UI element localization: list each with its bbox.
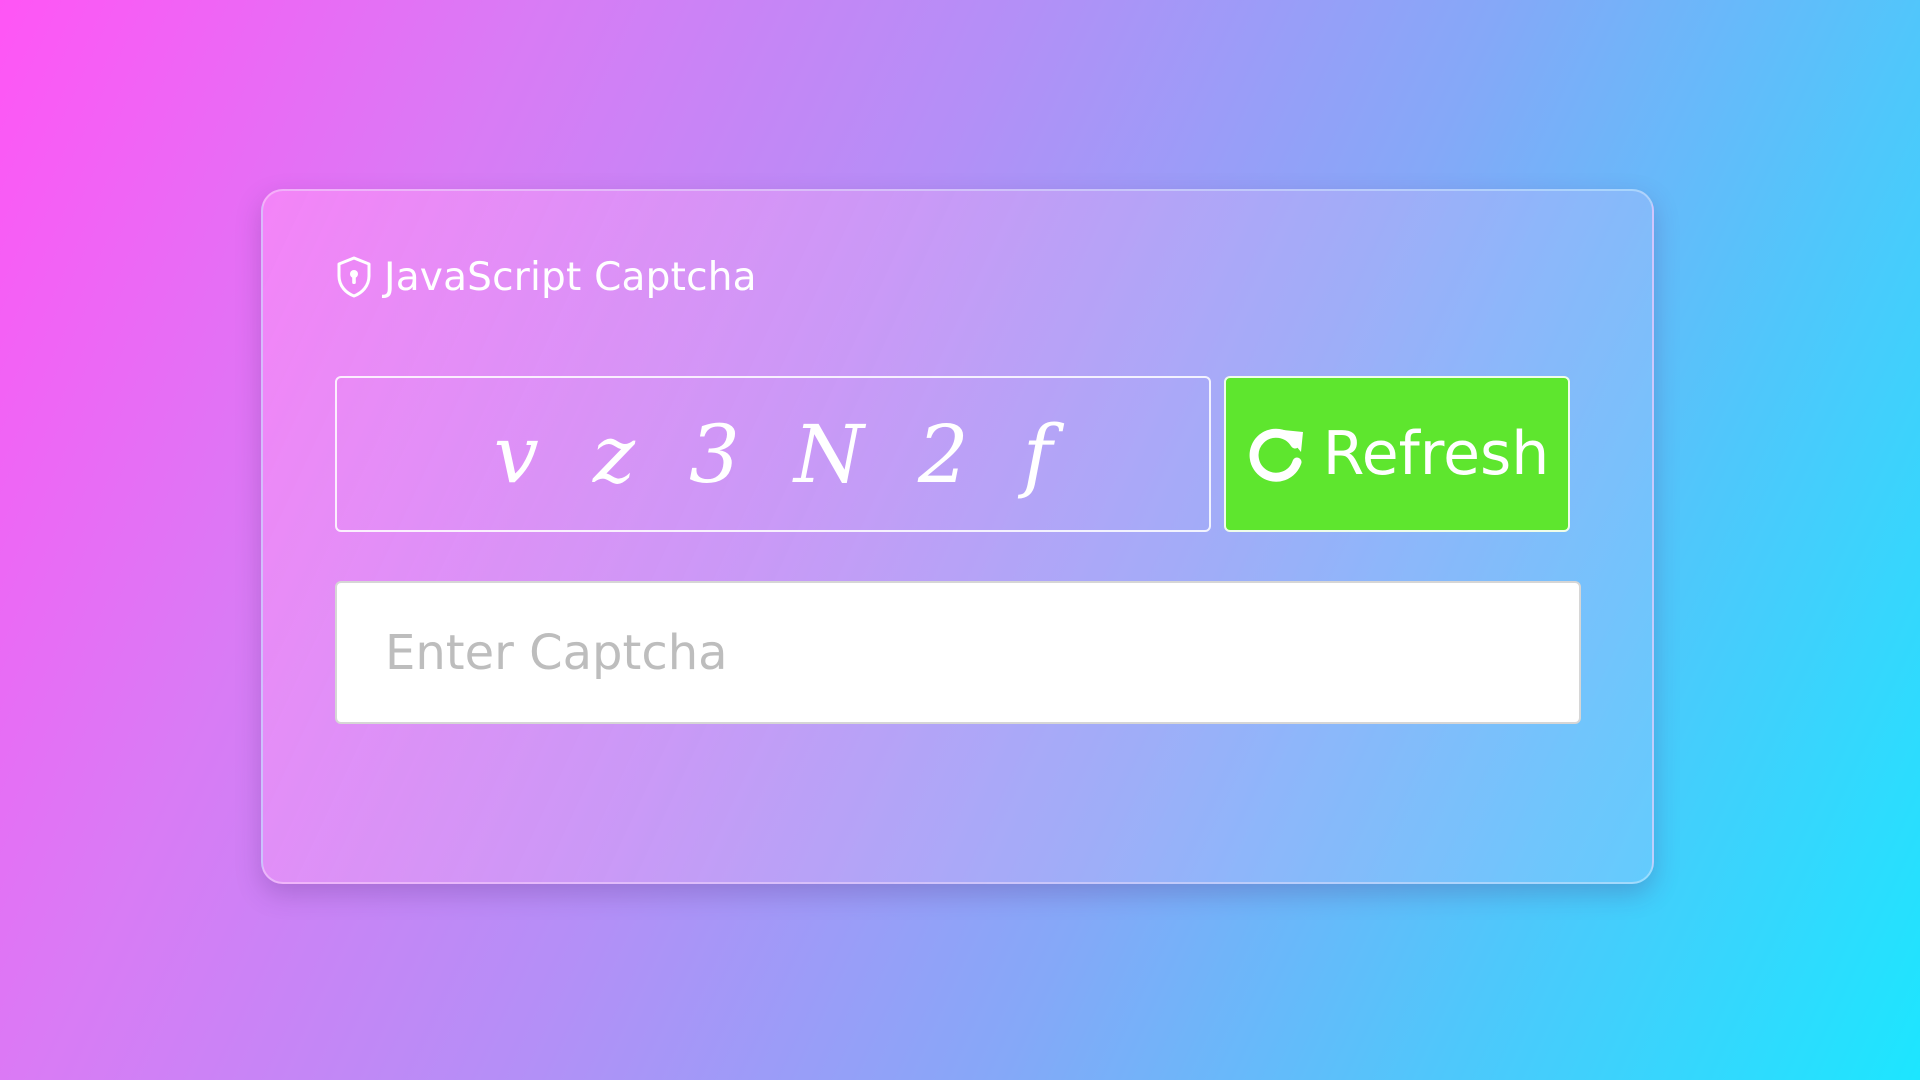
refresh-icon — [1245, 422, 1309, 486]
captcha-input[interactable] — [335, 581, 1581, 724]
card-title: JavaScript Captcha — [384, 254, 757, 300]
captcha-code: vz3N2f — [493, 407, 1107, 501]
refresh-button[interactable]: Refresh — [1224, 376, 1570, 532]
shield-lock-icon — [336, 256, 372, 298]
card-header: JavaScript Captcha — [336, 251, 757, 303]
captcha-display: vz3N2f — [335, 376, 1211, 532]
refresh-button-label: Refresh — [1322, 419, 1550, 489]
captcha-card: JavaScript Captcha vz3N2f Refresh — [261, 189, 1654, 884]
